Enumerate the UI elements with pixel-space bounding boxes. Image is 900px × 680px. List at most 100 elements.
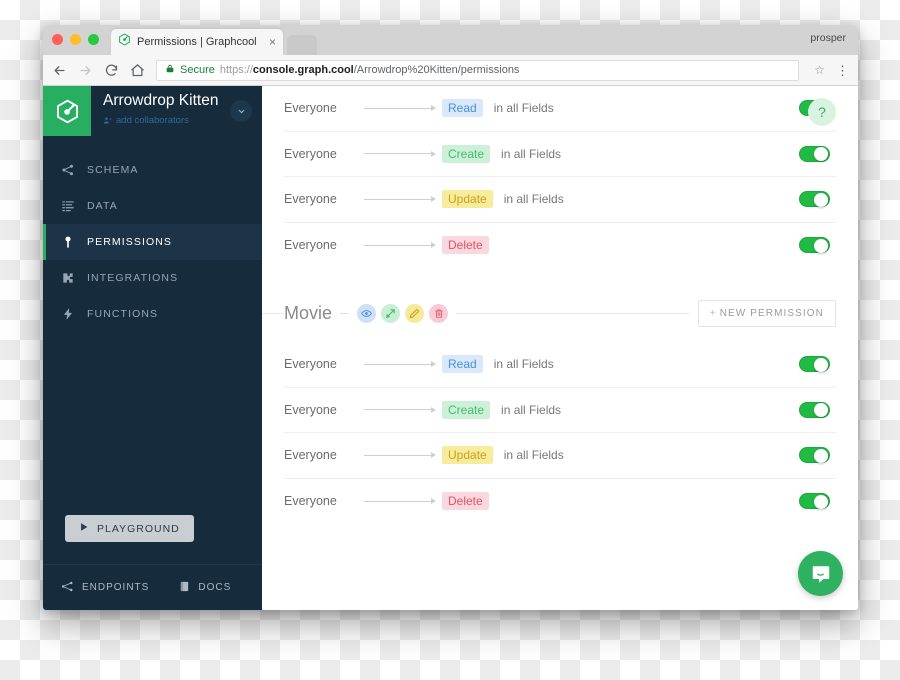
project-meta: Arrowdrop Kitten add collaborators bbox=[91, 86, 230, 136]
sidebar: Arrowdrop Kitten add collaborators SCHEM… bbox=[43, 86, 262, 610]
endpoints-icon bbox=[61, 580, 74, 596]
permission-operation-badge: Create bbox=[442, 144, 491, 163]
footer-item-endpoints[interactable]: ENDPOINTS bbox=[61, 580, 149, 596]
home-icon[interactable] bbox=[130, 63, 145, 78]
back-icon[interactable] bbox=[52, 63, 67, 78]
permission-row[interactable]: Everyone Create in all Fields bbox=[284, 388, 836, 433]
permission-operation-badge: Update bbox=[442, 190, 493, 209]
browser-toolbar: Secure https://console.graph.cool/Arrowd… bbox=[43, 55, 858, 86]
permission-audience: Everyone bbox=[284, 357, 337, 372]
permissions-content: Everyone Read in all Fields ? Everyone C… bbox=[262, 86, 858, 610]
close-icon[interactable]: × bbox=[269, 36, 276, 48]
browser-tab[interactable]: Permissions | Graphcool × bbox=[111, 29, 283, 55]
play-icon bbox=[79, 522, 89, 535]
profile-name[interactable]: prosper bbox=[810, 32, 846, 44]
permission-scope: in all Fields bbox=[503, 192, 564, 207]
permission-toggle[interactable] bbox=[799, 237, 830, 254]
permission-operation-badge: Create bbox=[442, 400, 491, 419]
lock-icon bbox=[165, 63, 175, 77]
graphcool-logo-icon bbox=[118, 33, 131, 51]
permission-scope: in all Fields bbox=[501, 146, 562, 161]
tab-title: Permissions | Graphcool bbox=[137, 36, 257, 48]
permission-row[interactable]: Everyone Update in all Fields bbox=[284, 433, 836, 479]
sidebar-item-functions[interactable]: FUNCTIONS bbox=[43, 296, 262, 332]
project-header: Arrowdrop Kitten add collaborators bbox=[43, 86, 262, 136]
footer-item-label: DOCS bbox=[198, 582, 232, 593]
permission-operation-badge: Update bbox=[442, 446, 493, 465]
permission-toggle[interactable] bbox=[799, 191, 830, 208]
permission-toggle[interactable] bbox=[799, 401, 830, 418]
intercom-chat-icon[interactable] bbox=[798, 551, 843, 596]
model-operation-icons bbox=[357, 303, 449, 323]
playground-button[interactable]: PLAYGROUND bbox=[65, 515, 194, 542]
arrow-icon bbox=[364, 497, 436, 506]
sidebar-item-permissions[interactable]: PERMISSIONS bbox=[43, 224, 262, 260]
url-scheme: https:// bbox=[219, 64, 253, 76]
trash-icon[interactable] bbox=[429, 303, 449, 323]
sidebar-item-label: INTEGRATIONS bbox=[87, 272, 179, 284]
docs-icon bbox=[179, 580, 190, 596]
arrow-icon bbox=[364, 149, 436, 158]
permission-audience: Everyone bbox=[284, 192, 337, 207]
eye-icon[interactable] bbox=[357, 303, 377, 323]
permission-row[interactable]: Everyone Create in all Fields bbox=[284, 132, 836, 177]
arrow-icon bbox=[364, 451, 436, 460]
permission-operation-badge: Delete bbox=[442, 492, 489, 511]
sidebar-item-data[interactable]: DATA bbox=[43, 188, 262, 224]
model-name[interactable]: Movie bbox=[284, 303, 332, 324]
permission-audience: Everyone bbox=[284, 402, 337, 417]
forward-icon[interactable] bbox=[78, 63, 93, 78]
add-collaborators-label: add collaborators bbox=[116, 115, 189, 127]
help-badge[interactable]: ? bbox=[808, 98, 836, 126]
arrow-icon bbox=[364, 104, 436, 113]
new-permission-label: NEW PERMISSION bbox=[719, 307, 824, 319]
graphcool-brand-logo-icon[interactable] bbox=[43, 86, 91, 136]
reload-icon[interactable] bbox=[104, 63, 119, 78]
permission-operation-badge: Read bbox=[442, 99, 483, 118]
permission-row[interactable]: Everyone Read in all Fields ? bbox=[284, 86, 836, 132]
address-bar[interactable]: Secure https://console.graph.cool/Arrowd… bbox=[156, 59, 800, 81]
url-domain: console.graph.cool bbox=[252, 64, 354, 76]
pencil-icon[interactable] bbox=[405, 303, 425, 323]
add-collaborators-link[interactable]: add collaborators bbox=[103, 112, 226, 130]
permission-audience: Everyone bbox=[284, 448, 337, 463]
permission-row[interactable]: Everyone Update in all Fields bbox=[284, 177, 836, 223]
person-add-icon bbox=[103, 112, 112, 130]
playground-label: PLAYGROUND bbox=[97, 522, 180, 535]
permission-operation-badge: Delete bbox=[442, 236, 489, 255]
permission-row[interactable]: Everyone Delete bbox=[284, 479, 836, 525]
arrow-icon bbox=[364, 195, 436, 204]
permission-group: Everyone Read in all Fields Everyone Cre… bbox=[284, 342, 836, 524]
create-icon[interactable] bbox=[381, 303, 401, 323]
data-icon bbox=[61, 199, 75, 213]
permission-operation-badge: Read bbox=[442, 355, 483, 374]
url-path: /Arrowdrop%20Kitten/permissions bbox=[353, 64, 520, 76]
key-icon bbox=[61, 235, 75, 249]
permission-toggle[interactable] bbox=[799, 493, 830, 510]
sidebar-item-integrations[interactable]: INTEGRATIONS bbox=[43, 260, 262, 296]
sidebar-item-label: SCHEMA bbox=[87, 164, 139, 176]
browser-menu-icon[interactable]: ⋮ bbox=[836, 64, 849, 77]
new-tab-button[interactable] bbox=[287, 35, 317, 55]
permission-toggle[interactable] bbox=[799, 447, 830, 464]
divider bbox=[340, 312, 350, 314]
bolt-icon bbox=[61, 307, 75, 321]
sidebar-item-schema[interactable]: SCHEMA bbox=[43, 152, 262, 188]
bookmark-star-icon[interactable]: ☆ bbox=[814, 63, 825, 77]
sidebar-item-label: FUNCTIONS bbox=[87, 308, 159, 320]
project-dropdown-chevron-down-icon[interactable] bbox=[230, 100, 252, 122]
new-permission-button[interactable]: + NEW PERMISSION bbox=[697, 299, 836, 327]
divider bbox=[456, 312, 690, 314]
permission-row[interactable]: Everyone Delete bbox=[284, 223, 836, 269]
close-window-button[interactable] bbox=[52, 34, 63, 45]
maximize-window-button[interactable] bbox=[88, 34, 99, 45]
permission-scope: in all Fields bbox=[501, 402, 562, 417]
app-body: Arrowdrop Kitten add collaborators SCHEM… bbox=[43, 86, 858, 610]
permission-toggle[interactable] bbox=[799, 145, 830, 162]
permission-row[interactable]: Everyone Read in all Fields bbox=[284, 342, 836, 388]
model-header-movie: Movie + NEW PERMISSION bbox=[262, 284, 836, 342]
footer-item-docs[interactable]: DOCS bbox=[179, 580, 231, 596]
minimize-window-button[interactable] bbox=[70, 34, 81, 45]
permission-toggle[interactable] bbox=[799, 356, 830, 373]
